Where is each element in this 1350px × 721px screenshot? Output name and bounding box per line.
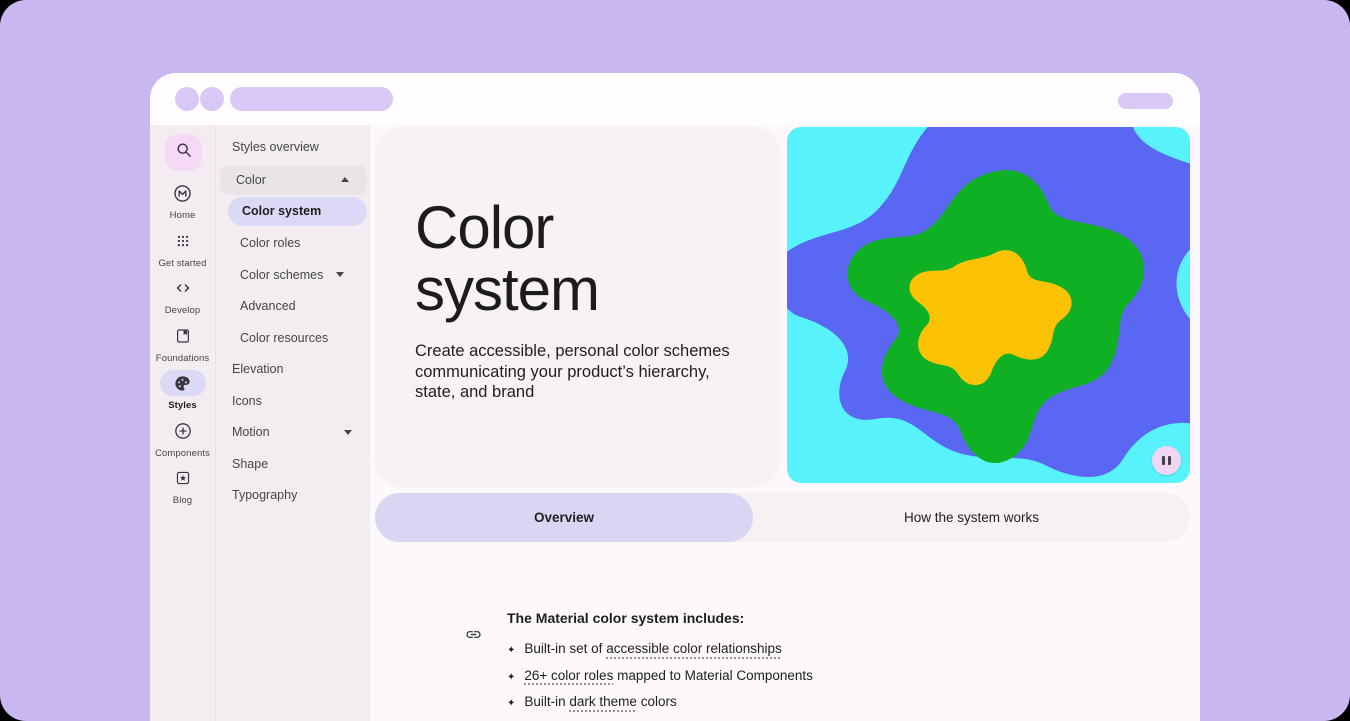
- sidebar-item-label: Get started: [158, 258, 206, 269]
- sidebar-item-label: Components: [155, 448, 210, 459]
- nav-item-label: Typography: [232, 488, 297, 502]
- nav-item-label: Advanced: [240, 299, 296, 313]
- nav-item-color[interactable]: Color: [220, 165, 367, 195]
- sidebar-item-label: Develop: [165, 305, 201, 316]
- nav-item-motion[interactable]: Motion: [216, 417, 370, 449]
- nav-item-label: Styles overview: [232, 140, 319, 154]
- sidebar-item-label: Foundations: [156, 353, 209, 364]
- list-item: ✦ Built-in dark theme colors: [507, 694, 1067, 709]
- nav-item-label: Icons: [232, 394, 262, 408]
- tab-overview[interactable]: Overview: [375, 493, 753, 542]
- nav-item-advanced[interactable]: Advanced: [216, 291, 370, 323]
- bullet-prefix: Built-in set of: [524, 641, 606, 656]
- nav-item-icons[interactable]: Icons: [216, 385, 370, 417]
- nav-item-label: Color resources: [240, 331, 328, 345]
- rail-items: Home Get started Develop: [150, 180, 215, 513]
- page-title: Color system: [415, 197, 740, 321]
- browser-chrome: [150, 73, 1200, 125]
- secondary-nav: Styles overview Color Color system Color…: [215, 125, 370, 721]
- sidebar-item-styles[interactable]: Styles: [150, 370, 215, 418]
- bullet-suffix: colors: [637, 694, 677, 709]
- color-blob-artwork: [787, 127, 1190, 483]
- sidebar-item-label: Blog: [173, 495, 192, 506]
- address-bar-pill: [230, 87, 393, 111]
- sidebar-item-foundations[interactable]: Foundations: [150, 323, 215, 371]
- bullet-text: Built-in dark theme colors: [524, 694, 676, 709]
- page-background: Home Get started Develop: [0, 0, 1350, 721]
- sparkle-bullet-icon: ✦: [507, 698, 515, 709]
- sparkle-bullet-icon: ✦: [507, 672, 515, 683]
- nav-item-styles-overview[interactable]: Styles overview: [216, 131, 370, 163]
- material-logo-icon: [172, 180, 193, 206]
- code-icon: [173, 275, 193, 301]
- link-icon[interactable]: [465, 626, 482, 648]
- add-circle-icon: [173, 418, 193, 444]
- grid-icon: [174, 228, 192, 254]
- list-item: ✦ Built-in set of accessible color relat…: [507, 641, 1067, 656]
- sidebar-item-label: Styles: [168, 400, 197, 411]
- tab-label: Overview: [534, 510, 594, 525]
- page-subtitle: Create accessible, personal color scheme…: [415, 341, 750, 403]
- search-button[interactable]: [165, 134, 202, 171]
- nav-item-label: Color roles: [240, 236, 300, 250]
- hero-card: Color system Create accessible, personal…: [375, 127, 780, 487]
- link-dark-theme[interactable]: dark theme: [569, 694, 637, 709]
- sidebar-item-blog[interactable]: Blog: [150, 465, 215, 513]
- search-icon: [175, 141, 193, 164]
- window-dot-icon: [175, 87, 199, 111]
- main-content: Color system Create accessible, personal…: [370, 125, 1200, 721]
- nav-item-color-roles[interactable]: Color roles: [216, 228, 370, 260]
- browser-window: Home Get started Develop: [150, 73, 1200, 721]
- pause-icon: [1168, 456, 1171, 465]
- book-icon: [174, 323, 192, 349]
- bullet-list: ✦ Built-in set of accessible color relat…: [507, 641, 1067, 709]
- pause-button[interactable]: [1152, 446, 1181, 475]
- sidebar-item-home[interactable]: Home: [150, 180, 215, 228]
- content-heading: The Material color system includes:: [507, 610, 1067, 626]
- sidebar-item-label: Home: [170, 210, 196, 221]
- bullet-prefix: Built-in: [524, 694, 569, 709]
- star-square-icon: [174, 465, 192, 491]
- window-dot-icon: [200, 87, 224, 111]
- chevron-down-icon: [336, 272, 344, 277]
- list-item: ✦ 26+ color roles mapped to Material Com…: [507, 668, 1067, 683]
- content-body: The Material color system includes: ✦ Bu…: [507, 610, 1067, 721]
- nav-item-label: Color: [236, 173, 266, 187]
- nav-item-color-system[interactable]: Color system: [228, 197, 367, 226]
- tab-label: How the system works: [904, 510, 1039, 525]
- sidebar-item-components[interactable]: Components: [150, 418, 215, 466]
- link-color-roles[interactable]: 26+ color roles: [524, 668, 613, 683]
- sidebar-item-develop[interactable]: Develop: [150, 275, 215, 323]
- chevron-up-icon: [341, 177, 349, 182]
- nav-item-color-schemes[interactable]: Color schemes: [216, 259, 370, 291]
- pause-icon: [1162, 456, 1165, 465]
- nav-item-typography[interactable]: Typography: [216, 480, 370, 512]
- bullet-text: 26+ color roles mapped to Material Compo…: [524, 668, 813, 683]
- tab-bar: Overview How the system works: [375, 493, 1190, 542]
- nav-item-elevation[interactable]: Elevation: [216, 354, 370, 386]
- nav-item-shape[interactable]: Shape: [216, 448, 370, 480]
- palette-icon: [160, 370, 206, 396]
- chrome-right-pill: [1118, 93, 1173, 109]
- sidebar-item-get-started[interactable]: Get started: [150, 228, 215, 276]
- sparkle-bullet-icon: ✦: [507, 645, 515, 656]
- bullet-suffix: mapped to Material Components: [613, 668, 813, 683]
- link-accessible-color-relationships[interactable]: accessible color relationships: [606, 641, 782, 656]
- nav-item-label: Shape: [232, 457, 268, 471]
- nav-item-label: Color system: [242, 204, 321, 218]
- chevron-down-icon: [344, 430, 352, 435]
- icon-rail: Home Get started Develop: [150, 125, 215, 721]
- nav-item-label: Motion: [232, 425, 270, 439]
- nav-item-color-resources[interactable]: Color resources: [216, 322, 370, 354]
- bullet-text: Built-in set of accessible color relatio…: [524, 641, 781, 656]
- tab-how-the-system-works[interactable]: How the system works: [753, 493, 1190, 542]
- nav-item-label: Color schemes: [240, 268, 323, 282]
- nav-item-label: Elevation: [232, 362, 283, 376]
